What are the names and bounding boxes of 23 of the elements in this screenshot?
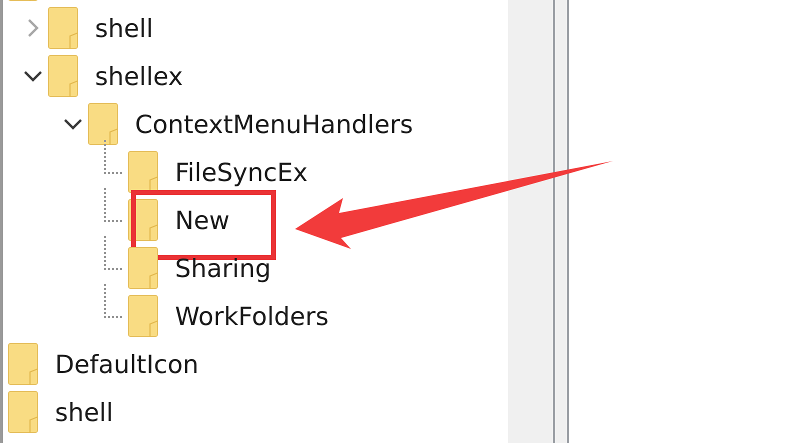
tree-connector-line [104,236,122,270]
chevron-down-icon[interactable] [63,118,83,130]
registry-key-label[interactable]: FileSyncEx [175,158,308,186]
registry-key-label[interactable]: WorkFolders [175,302,329,330]
registry-key-label[interactable]: shell [95,14,154,42]
tree-connector-line [104,188,122,222]
registry-key-label[interactable]: New [175,206,230,234]
folder-icon [48,7,78,49]
folder-icon [48,55,78,97]
folder-icon [8,391,38,433]
registry-key-label[interactable]: shellex [95,62,183,90]
tree-connector-line [104,140,122,174]
tree-connector-line [104,284,122,318]
registry-key-label[interactable]: ContextMenuHandlers [135,110,414,138]
registry-key-label[interactable]: DefaultIcon [55,350,199,378]
chevron-down-icon[interactable] [23,70,43,82]
folder-icon [88,103,118,145]
folder-icon [128,151,158,193]
registry-key-label[interactable]: shell [55,398,114,426]
folder-icon [8,343,38,385]
registry-key-label[interactable]: Sharing [175,254,271,282]
folder-icon [128,295,158,337]
folder-icon [128,247,158,289]
